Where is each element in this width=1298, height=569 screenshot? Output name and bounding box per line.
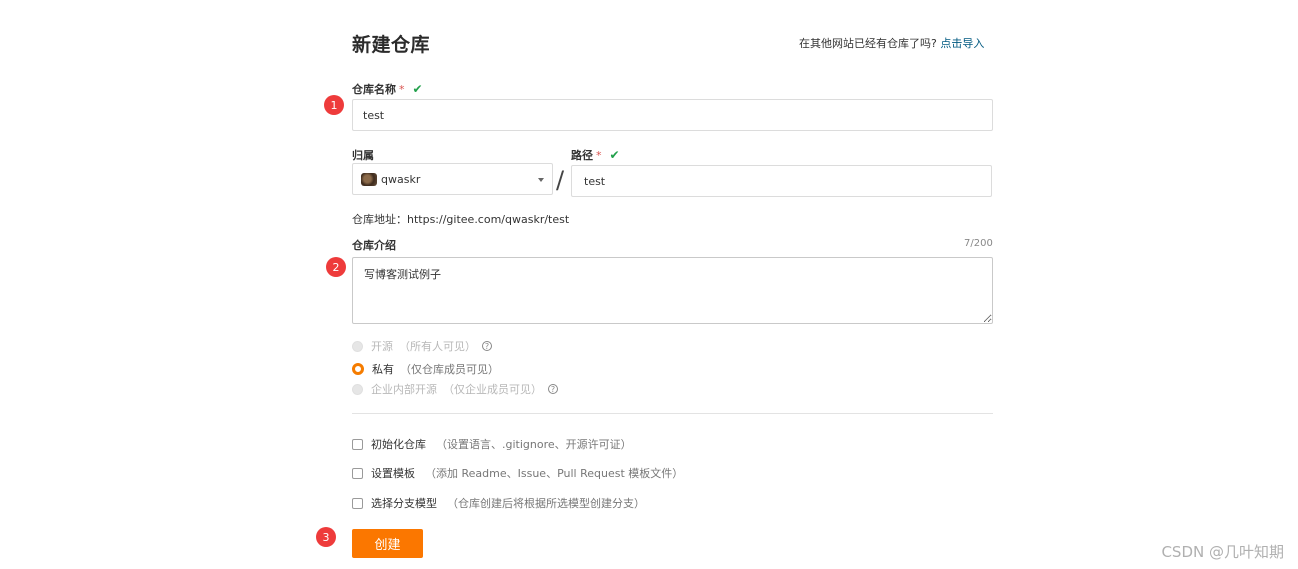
checkbox[interactable] (352, 438, 363, 450)
path-separator: / (556, 166, 565, 194)
option-label: 设置模板 (371, 467, 415, 480)
description-label: 仓库介绍 (352, 239, 396, 252)
option-desc: （添加 Readme、Issue、Pull Request 模板文件） (425, 467, 684, 480)
page-title: 新建仓库 (352, 34, 431, 56)
option-label: 选择分支模型 (371, 497, 437, 510)
checkbox[interactable] (352, 467, 363, 479)
import-hint: 在其他网站已经有仓库了吗? 点击导入 (799, 35, 984, 51)
owner-label: 归属 (352, 149, 374, 162)
owner-value: qwaskr (381, 172, 421, 186)
import-link[interactable]: 点击导入 (940, 37, 984, 50)
option-desc: （仓库创建后将根据所选模型创建分支） (447, 497, 645, 510)
avatar (361, 172, 377, 186)
repo-address: 仓库地址：https://gitee.com/qwaskr/test (352, 213, 570, 226)
path-value: test (584, 174, 606, 188)
divider (352, 413, 993, 414)
visibility-label: 企业内部开源 (371, 383, 437, 396)
radio-button[interactable] (352, 383, 363, 395)
step-badge-3: 3 (316, 527, 336, 547)
description-counter: 7/200 (964, 238, 993, 249)
option-set-template[interactable]: 设置模板 （添加 Readme、Issue、Pull Request 模板文件） (352, 465, 683, 481)
checkbox[interactable] (352, 497, 363, 509)
step-badge-1: 1 (324, 95, 344, 115)
radio-button[interactable] (352, 340, 363, 352)
import-hint-text: 在其他网站已经有仓库了吗? (799, 37, 937, 50)
description-textarea[interactable]: 写博客测试例子 (352, 257, 993, 324)
step-badge-2: 2 (326, 257, 346, 277)
repo-name-value: test (363, 108, 385, 122)
required-mark: * (596, 149, 602, 162)
check-icon: ✔ (412, 82, 423, 96)
radio-button-selected[interactable] (352, 363, 364, 375)
option-init-repo[interactable]: 初始化仓库 （设置语言、.gitignore、开源许可证） (352, 436, 632, 452)
visibility-option-enterprise[interactable]: 企业内部开源 （仅企业成员可见） ? (352, 381, 558, 397)
option-desc: （设置语言、.gitignore、开源许可证） (436, 438, 632, 451)
repo-name-input[interactable]: test (352, 99, 993, 131)
create-button[interactable]: 创建 (352, 529, 423, 558)
help-icon[interactable]: ? (482, 341, 492, 351)
visibility-option-public[interactable]: 开源 （所有人可见） ? (352, 338, 492, 354)
visibility-option-private[interactable]: 私有 （仅仓库成员可见） (352, 361, 499, 377)
path-label: 路径 * ✔ (571, 147, 620, 163)
repo-name-label: 仓库名称 * ✔ (352, 81, 423, 97)
help-icon[interactable]: ? (548, 384, 558, 394)
caret-down-icon (538, 178, 544, 182)
watermark: CSDN @几叶知期 (1161, 543, 1284, 561)
repo-name-label-text: 仓库名称 (352, 83, 396, 96)
path-label-text: 路径 (571, 149, 593, 162)
owner-select[interactable]: qwaskr (352, 163, 553, 195)
option-branch-model[interactable]: 选择分支模型 （仓库创建后将根据所选模型创建分支） (352, 495, 645, 511)
path-input[interactable]: test (571, 165, 992, 197)
check-icon: ✔ (609, 148, 620, 162)
required-mark: * (399, 83, 405, 96)
option-label: 初始化仓库 (371, 438, 426, 451)
visibility-label: 开源 (371, 340, 393, 353)
visibility-desc: （仅仓库成员可见） (400, 363, 499, 376)
visibility-desc: （仅企业成员可见） (443, 383, 542, 396)
visibility-label: 私有 (372, 363, 394, 376)
visibility-desc: （所有人可见） (399, 340, 476, 353)
